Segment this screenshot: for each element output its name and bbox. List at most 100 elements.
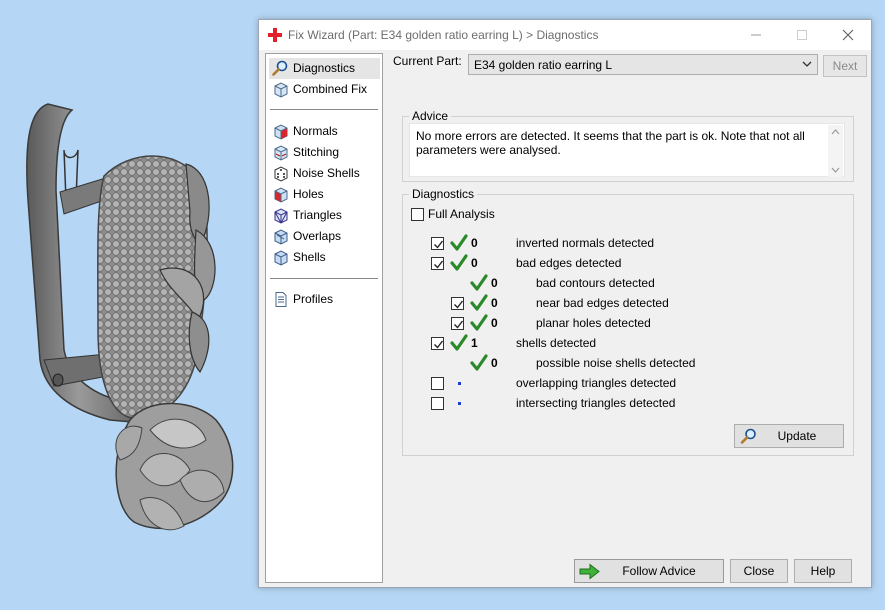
cube-icon [274,82,288,98]
document-icon [275,292,287,307]
nav-item-noise-shells[interactable]: Noise Shells [269,163,380,184]
full-analysis-checkbox[interactable] [411,208,424,221]
green-check-icon [450,254,468,271]
near-bad-edges-checkbox[interactable] [451,297,464,310]
near-bad-edges-label: near bad edges detected [536,296,669,310]
inverted-normals-count: 0 [471,236,478,250]
nav-item-shells[interactable]: Shells [269,247,380,268]
earring-3d-model [26,103,234,531]
advice-group-title: Advice [409,109,452,123]
green-check-icon [450,234,468,251]
nav-item-holes[interactable]: Holes [269,184,380,205]
bad-edges-label: bad edges detected [516,256,622,270]
update-button[interactable]: Update [734,424,844,448]
checkmark-icon [434,340,444,349]
advice-text: No more errors are detected. It seems th… [416,129,805,157]
nav-separator [270,278,378,279]
green-check-icon [470,274,488,291]
normals-cube-icon [274,124,288,140]
checkmark-icon [434,240,444,249]
nav-item-overlaps[interactable]: Overlaps [269,226,380,247]
close-icon [842,29,854,41]
close-button[interactable]: Close [730,559,788,583]
nav-item-stitching[interactable]: Stitching [269,142,380,163]
close-window-button[interactable] [825,20,871,50]
nav-item-label: Holes [293,187,324,201]
green-check-icon [470,314,488,331]
nav-item-normals[interactable]: Normals [269,121,380,142]
planar-holes-count: 0 [491,316,498,330]
full-analysis-label: Full Analysis [428,207,495,221]
maximize-icon [797,30,807,40]
bad-edges-checkbox[interactable] [431,257,444,270]
maximize-button[interactable] [779,20,825,50]
planar-holes-checkbox[interactable] [451,317,464,330]
green-check-icon [450,334,468,351]
planar-holes-label: planar holes detected [536,316,651,330]
bad-edges-count: 0 [471,256,478,270]
current-part-dropdown[interactable]: E34 golden ratio earring L [468,54,818,75]
nav-item-label: Shells [293,250,326,264]
stitching-cube-icon [274,145,288,161]
dice-icon [274,166,288,182]
nav-separator [270,109,378,110]
checkmark-icon [454,320,464,329]
help-button[interactable]: Help [794,559,852,583]
green-check-icon [470,354,488,371]
nav-item-triangles[interactable]: Triangles [269,205,380,226]
minimize-icon [751,34,761,36]
shells-label: shells detected [516,336,597,350]
nav-item-diagnostics[interactable]: Diagnostics [269,58,380,79]
help-button-label: Help [810,564,836,578]
update-button-label: Update [777,429,817,443]
nav-item-label: Overlaps [293,229,342,243]
not-run-dot-icon [458,382,461,385]
current-part-value: E34 golden ratio earring L [474,58,613,72]
overlapping-triangles-checkbox[interactable] [431,377,444,390]
checkmark-icon [434,260,444,269]
fix-wizard-window: Fix Wizard (Part: E34 golden ratio earri… [258,19,872,588]
chevron-down-icon [802,61,812,67]
close-button-label: Close [743,564,775,578]
follow-advice-label: Follow Advice [622,564,696,578]
next-button[interactable]: Next [823,55,867,77]
nav-item-label: Diagnostics [293,61,356,75]
nav-item-label: Noise Shells [293,166,360,180]
noise-shells-count: 0 [491,356,498,370]
inverted-normals-checkbox[interactable] [431,237,444,250]
intersecting-triangles-label: intersecting triangles detected [516,396,676,410]
bad-contours-count: 0 [491,276,498,290]
overlaps-cube-icon [274,229,288,245]
shells-checkbox[interactable] [431,337,444,350]
inverted-normals-label: inverted normals detected [516,236,655,250]
overlapping-triangles-label: overlapping triangles detected [516,376,677,390]
wizard-nav-panel: Diagnostics Combined Fix Normals Stitchi… [265,53,383,583]
current-part-label: Current Part: [393,54,462,68]
nav-item-combined-fix[interactable]: Combined Fix [269,79,380,100]
triangles-cube-icon [274,208,288,224]
green-check-icon [470,294,488,311]
nav-item-label: Triangles [293,208,342,222]
advice-scrollbar[interactable] [828,125,843,177]
diagnostics-group-title: Diagnostics [409,187,478,201]
shells-cube-icon [274,250,288,266]
nav-item-profiles[interactable]: Profiles [269,289,380,310]
bad-contours-label: bad contours detected [536,276,655,290]
follow-advice-button[interactable]: Follow Advice [574,559,724,583]
minimize-button[interactable] [733,20,779,50]
nav-item-label: Profiles [293,292,334,306]
nav-item-label: Normals [293,124,338,138]
not-run-dot-icon [458,402,461,405]
nav-item-label: Stitching [293,145,340,159]
shells-count: 1 [471,336,478,350]
magnifier-icon [272,60,288,76]
checkmark-icon [454,300,464,309]
intersecting-triangles-checkbox[interactable] [431,397,444,410]
nav-item-label: Combined Fix [293,82,368,96]
advice-textbox[interactable]: No more errors are detected. It seems th… [409,123,845,177]
holes-cube-icon [274,187,288,203]
noise-shells-label: possible noise shells detected [536,356,696,370]
window-title: Fix Wizard (Part: E34 golden ratio earri… [288,28,599,42]
red-cross-icon [268,28,282,42]
title-bar[interactable]: Fix Wizard (Part: E34 golden ratio earri… [259,20,871,50]
